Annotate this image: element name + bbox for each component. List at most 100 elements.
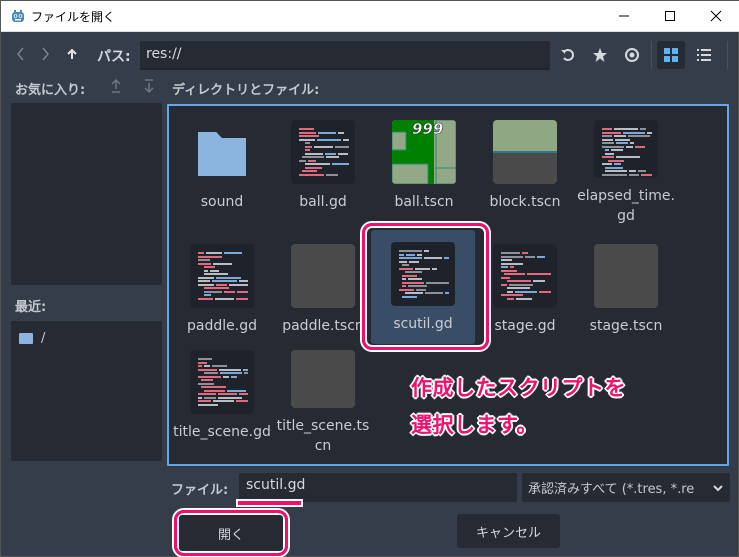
code-preview-line	[239, 393, 248, 395]
code-preview-line	[204, 372, 218, 374]
code-preview-line	[204, 294, 211, 296]
code-preview-line	[305, 152, 323, 155]
code-preview-line	[602, 163, 612, 165]
code-preview-line	[302, 170, 317, 172]
close-button[interactable]	[693, 1, 739, 31]
file-name-input[interactable]: scutil.gd	[239, 473, 517, 502]
file-item-ball-gd[interactable]: ball.gd	[275, 108, 371, 226]
favorites-list[interactable]	[11, 103, 162, 285]
code-preview-line	[198, 358, 212, 360]
code-preview-line	[198, 252, 204, 254]
file-item-paddle-gd[interactable]: paddle.gd	[174, 232, 270, 350]
code-preview-line	[198, 368, 217, 371]
recent-item[interactable]: /	[19, 331, 45, 346]
file-item-block-tscn[interactable]: block.tscn	[477, 108, 573, 226]
code-preview-line	[212, 280, 237, 282]
minimize-button[interactable]	[601, 1, 647, 31]
back-button[interactable]	[10, 43, 32, 65]
code-preview-line	[305, 142, 310, 144]
code-preview-line	[220, 372, 242, 374]
code-preview-line	[628, 135, 650, 137]
file-name: ball.gd	[299, 194, 347, 210]
file-item-stage-gd[interactable]: stage.gd	[477, 232, 573, 350]
code-preview-line	[615, 138, 630, 141]
favorite-move-down-button[interactable]	[141, 79, 157, 95]
code-preview-line	[204, 266, 215, 268]
code-preview-line	[305, 166, 322, 169]
script-thumbnail	[190, 350, 254, 414]
forward-button[interactable]	[34, 43, 56, 65]
recent-list[interactable]: /	[11, 321, 162, 461]
code-preview-line	[198, 400, 211, 402]
file-name: stage.tscn	[589, 318, 663, 334]
code-preview-line	[198, 276, 214, 279]
list-view-button[interactable]	[690, 41, 718, 69]
selection-highlight-ring	[362, 223, 489, 350]
code-preview-line	[198, 382, 214, 385]
go-up-button[interactable]	[61, 43, 83, 65]
code-preview-line	[338, 152, 348, 155]
file-filter-select[interactable]: 承認済みすべて (*.tres, *.re	[522, 473, 730, 502]
file-name: paddle.gd	[187, 318, 257, 334]
code-preview-line	[243, 368, 248, 371]
code-preview-line	[216, 283, 227, 286]
recent-item-label: /	[41, 331, 46, 346]
recent-label: 最近:	[15, 300, 47, 315]
scene-thumbnail	[493, 120, 557, 184]
code-preview-line	[332, 163, 349, 165]
code-preview-line	[504, 273, 525, 275]
code-preview-line	[507, 297, 514, 300]
code-preview-line	[325, 152, 336, 155]
star-icon	[593, 48, 607, 62]
code-preview-line	[204, 290, 222, 293]
file-item-elapsed-time-gd[interactable]: elapsed_time.gd	[577, 108, 675, 226]
code-preview-line	[213, 262, 232, 265]
code-preview-line	[229, 283, 248, 286]
scene-thumbnail	[594, 244, 658, 308]
code-preview-line	[302, 156, 324, 158]
code-preview-line	[338, 131, 344, 134]
favorite-button[interactable]	[586, 41, 614, 69]
cancel-button[interactable]: キャンセル	[457, 514, 560, 548]
code-preview-line	[198, 375, 221, 378]
code-preview-line	[501, 294, 523, 296]
code-preview-line	[198, 361, 207, 364]
code-preview-line	[602, 131, 621, 134]
maximize-button[interactable]	[647, 1, 693, 31]
code-preview-line	[522, 252, 528, 254]
file-item-ball-tscn[interactable]: 999 ball.tscn	[376, 108, 472, 226]
file-name: stage.gd	[494, 318, 556, 334]
folder-icon	[19, 333, 33, 344]
code-preview-line	[305, 145, 312, 148]
code-preview-line	[507, 290, 513, 293]
script-thumbnail	[493, 244, 557, 308]
godot-app-icon	[12, 10, 24, 22]
file-item-stage-tscn[interactable]: stage.tscn	[578, 232, 674, 350]
path-input[interactable]: res://	[140, 41, 550, 70]
code-preview-line	[305, 163, 330, 165]
code-preview-line	[629, 173, 639, 176]
code-preview-line	[335, 145, 349, 148]
favorites-label: お気に入り:	[15, 83, 86, 98]
code-preview-line	[614, 128, 638, 130]
file-item-sound[interactable]: sound	[174, 108, 270, 226]
folder-icon	[190, 120, 254, 184]
refresh-icon	[561, 49, 574, 61]
code-preview-line	[299, 131, 316, 134]
favorite-move-up-button[interactable]	[108, 78, 124, 95]
grid-view-button[interactable]	[657, 41, 685, 69]
file-item-paddle-tscn[interactable]: paddle.tscn	[275, 232, 371, 350]
code-preview-line	[602, 156, 614, 158]
code-preview-line	[501, 266, 508, 268]
code-preview-line	[507, 287, 530, 289]
refresh-button[interactable]	[554, 41, 582, 69]
file-name: elapsed_time.gd	[577, 188, 675, 224]
code-preview-line	[640, 128, 646, 130]
code-preview-line	[227, 389, 246, 392]
toggle-hidden-button[interactable]	[618, 41, 646, 69]
file-item-title-scene-gd[interactable]: title_scene.gd	[173, 338, 271, 456]
file-item-title-scene-tscn[interactable]: title_scene.tscn	[275, 338, 371, 456]
open-button[interactable]: 開く	[179, 515, 283, 551]
code-preview-line	[501, 259, 512, 261]
code-preview-line	[515, 290, 537, 293]
